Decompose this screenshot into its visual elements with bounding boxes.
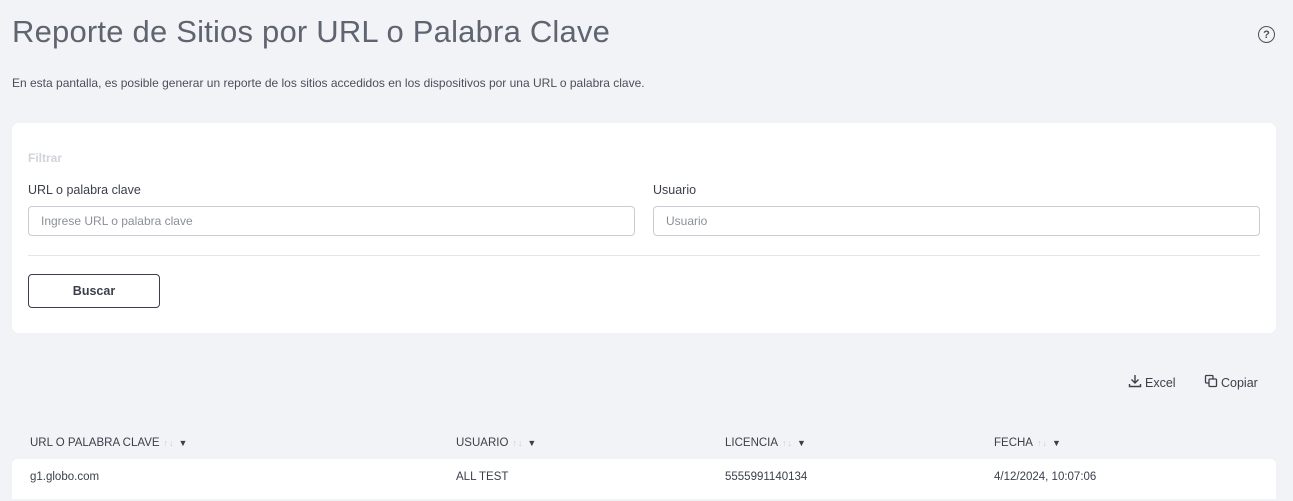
cell-license: 5555991140134 — [725, 471, 808, 483]
column-header-label: LICENCIA — [725, 437, 779, 449]
export-excel-label: Excel — [1145, 375, 1176, 390]
copy-button[interactable]: Copiar — [1204, 374, 1258, 391]
url-keyword-input[interactable] — [28, 206, 635, 236]
column-header-label: URL O PALABRA CLAVE — [30, 437, 160, 449]
export-excel-button[interactable]: Excel — [1128, 374, 1176, 391]
column-header-date[interactable]: FECHA ↑↓ ▼ — [994, 437, 1061, 449]
cell-date: 4/12/2024, 10:07:06 — [994, 471, 1097, 483]
filter-divider — [28, 255, 1260, 256]
sort-arrows-icon[interactable]: ↑↓ — [782, 438, 793, 448]
column-header-license[interactable]: LICENCIA ↑↓ ▼ — [725, 437, 806, 449]
user-input[interactable] — [653, 206, 1260, 236]
chevron-down-icon[interactable]: ▼ — [179, 438, 188, 448]
filter-title: Filtrar — [28, 151, 63, 165]
sort-arrows-icon[interactable]: ↑↓ — [512, 438, 523, 448]
filter-card: Filtrar URL o palabra clave Usuario Busc… — [12, 123, 1276, 333]
sort-arrows-icon[interactable]: ↑↓ — [1037, 438, 1048, 448]
column-header-user[interactable]: USUARIO ↑↓ ▼ — [456, 437, 536, 449]
column-header-url[interactable]: URL O PALABRA CLAVE ↑↓ ▼ — [30, 437, 187, 449]
copy-label: Copiar — [1221, 375, 1258, 390]
chevron-down-icon[interactable]: ▼ — [527, 438, 536, 448]
download-icon — [1128, 374, 1142, 391]
sort-arrows-icon[interactable]: ↑↓ — [164, 438, 175, 448]
chevron-down-icon[interactable]: ▼ — [1052, 438, 1061, 448]
chevron-down-icon[interactable]: ▼ — [797, 438, 806, 448]
search-button[interactable]: Buscar — [28, 274, 160, 308]
user-field-label: Usuario — [653, 183, 697, 197]
table-row[interactable]: g1.globo.com ALL TEST 5555991140134 4/12… — [12, 459, 1276, 499]
page-description: En esta pantalla, es posible generar un … — [12, 76, 645, 90]
column-header-label: USUARIO — [456, 437, 509, 449]
copy-icon — [1204, 374, 1218, 391]
page-title: Reporte de Sitios por URL o Palabra Clav… — [12, 14, 611, 49]
help-icon[interactable]: ? — [1258, 26, 1275, 43]
cell-user: ALL TEST — [456, 471, 509, 483]
column-header-label: FECHA — [994, 437, 1033, 449]
url-field-label: URL o palabra clave — [28, 183, 141, 197]
cell-url: g1.globo.com — [30, 471, 100, 483]
